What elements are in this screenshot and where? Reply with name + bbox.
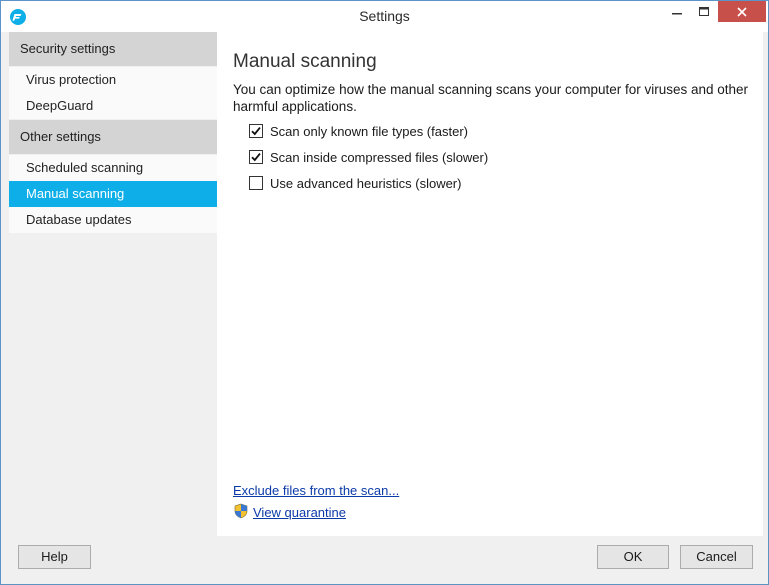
sidebar-item-deepguard[interactable]: DeepGuard bbox=[9, 93, 217, 119]
close-icon bbox=[737, 6, 747, 17]
settings-sidebar: Security settings Virus protection DeepG… bbox=[9, 32, 217, 536]
sidebar-item-virus-protection[interactable]: Virus protection bbox=[9, 67, 217, 93]
exclude-files-link[interactable]: Exclude files from the scan... bbox=[233, 483, 399, 498]
maximize-button[interactable] bbox=[691, 1, 717, 22]
checkbox-advanced-heuristics[interactable] bbox=[249, 176, 263, 190]
close-button[interactable] bbox=[718, 1, 766, 22]
minimize-button[interactable] bbox=[664, 1, 690, 22]
settings-window: Settings Security settings Virus protect… bbox=[0, 0, 769, 585]
checkmark-icon bbox=[251, 127, 261, 136]
sidebar-item-scheduled-scanning[interactable]: Scheduled scanning bbox=[9, 155, 217, 181]
page-title: Manual scanning bbox=[233, 51, 377, 72]
title-bar[interactable]: Settings bbox=[1, 1, 768, 32]
ok-button[interactable]: OK bbox=[597, 545, 669, 569]
view-quarantine-link[interactable]: View quarantine bbox=[253, 505, 346, 520]
maximize-icon bbox=[699, 6, 709, 16]
option-label: Scan only known file types (faster) bbox=[270, 123, 468, 139]
uac-shield-icon bbox=[233, 503, 249, 519]
settings-content-panel: Manual scanning You can optimize how the… bbox=[217, 32, 763, 536]
sidebar-item-manual-scanning[interactable]: Manual scanning bbox=[9, 181, 217, 207]
page-description: You can optimize how the manual scanning… bbox=[233, 82, 749, 114]
sidebar-header-security-settings: Security settings bbox=[9, 32, 217, 66]
checkbox-scan-compressed-files[interactable] bbox=[249, 150, 263, 164]
option-scan-compressed-files[interactable]: Scan inside compressed files (slower) bbox=[249, 149, 488, 165]
help-button[interactable]: Help bbox=[18, 545, 91, 569]
checkbox-scan-known-file-types[interactable] bbox=[249, 124, 263, 138]
minimize-icon bbox=[672, 12, 682, 14]
cancel-button[interactable]: Cancel bbox=[680, 545, 753, 569]
checkmark-icon bbox=[251, 153, 261, 162]
option-scan-known-file-types[interactable]: Scan only known file types (faster) bbox=[249, 123, 468, 139]
option-label: Use advanced heuristics (slower) bbox=[270, 175, 462, 191]
window-title: Settings bbox=[359, 8, 410, 24]
option-label: Scan inside compressed files (slower) bbox=[270, 149, 489, 165]
sidebar-header-other-settings: Other settings bbox=[9, 120, 217, 154]
sidebar-item-database-updates[interactable]: Database updates bbox=[9, 207, 217, 233]
option-advanced-heuristics[interactable]: Use advanced heuristics (slower) bbox=[249, 175, 461, 191]
